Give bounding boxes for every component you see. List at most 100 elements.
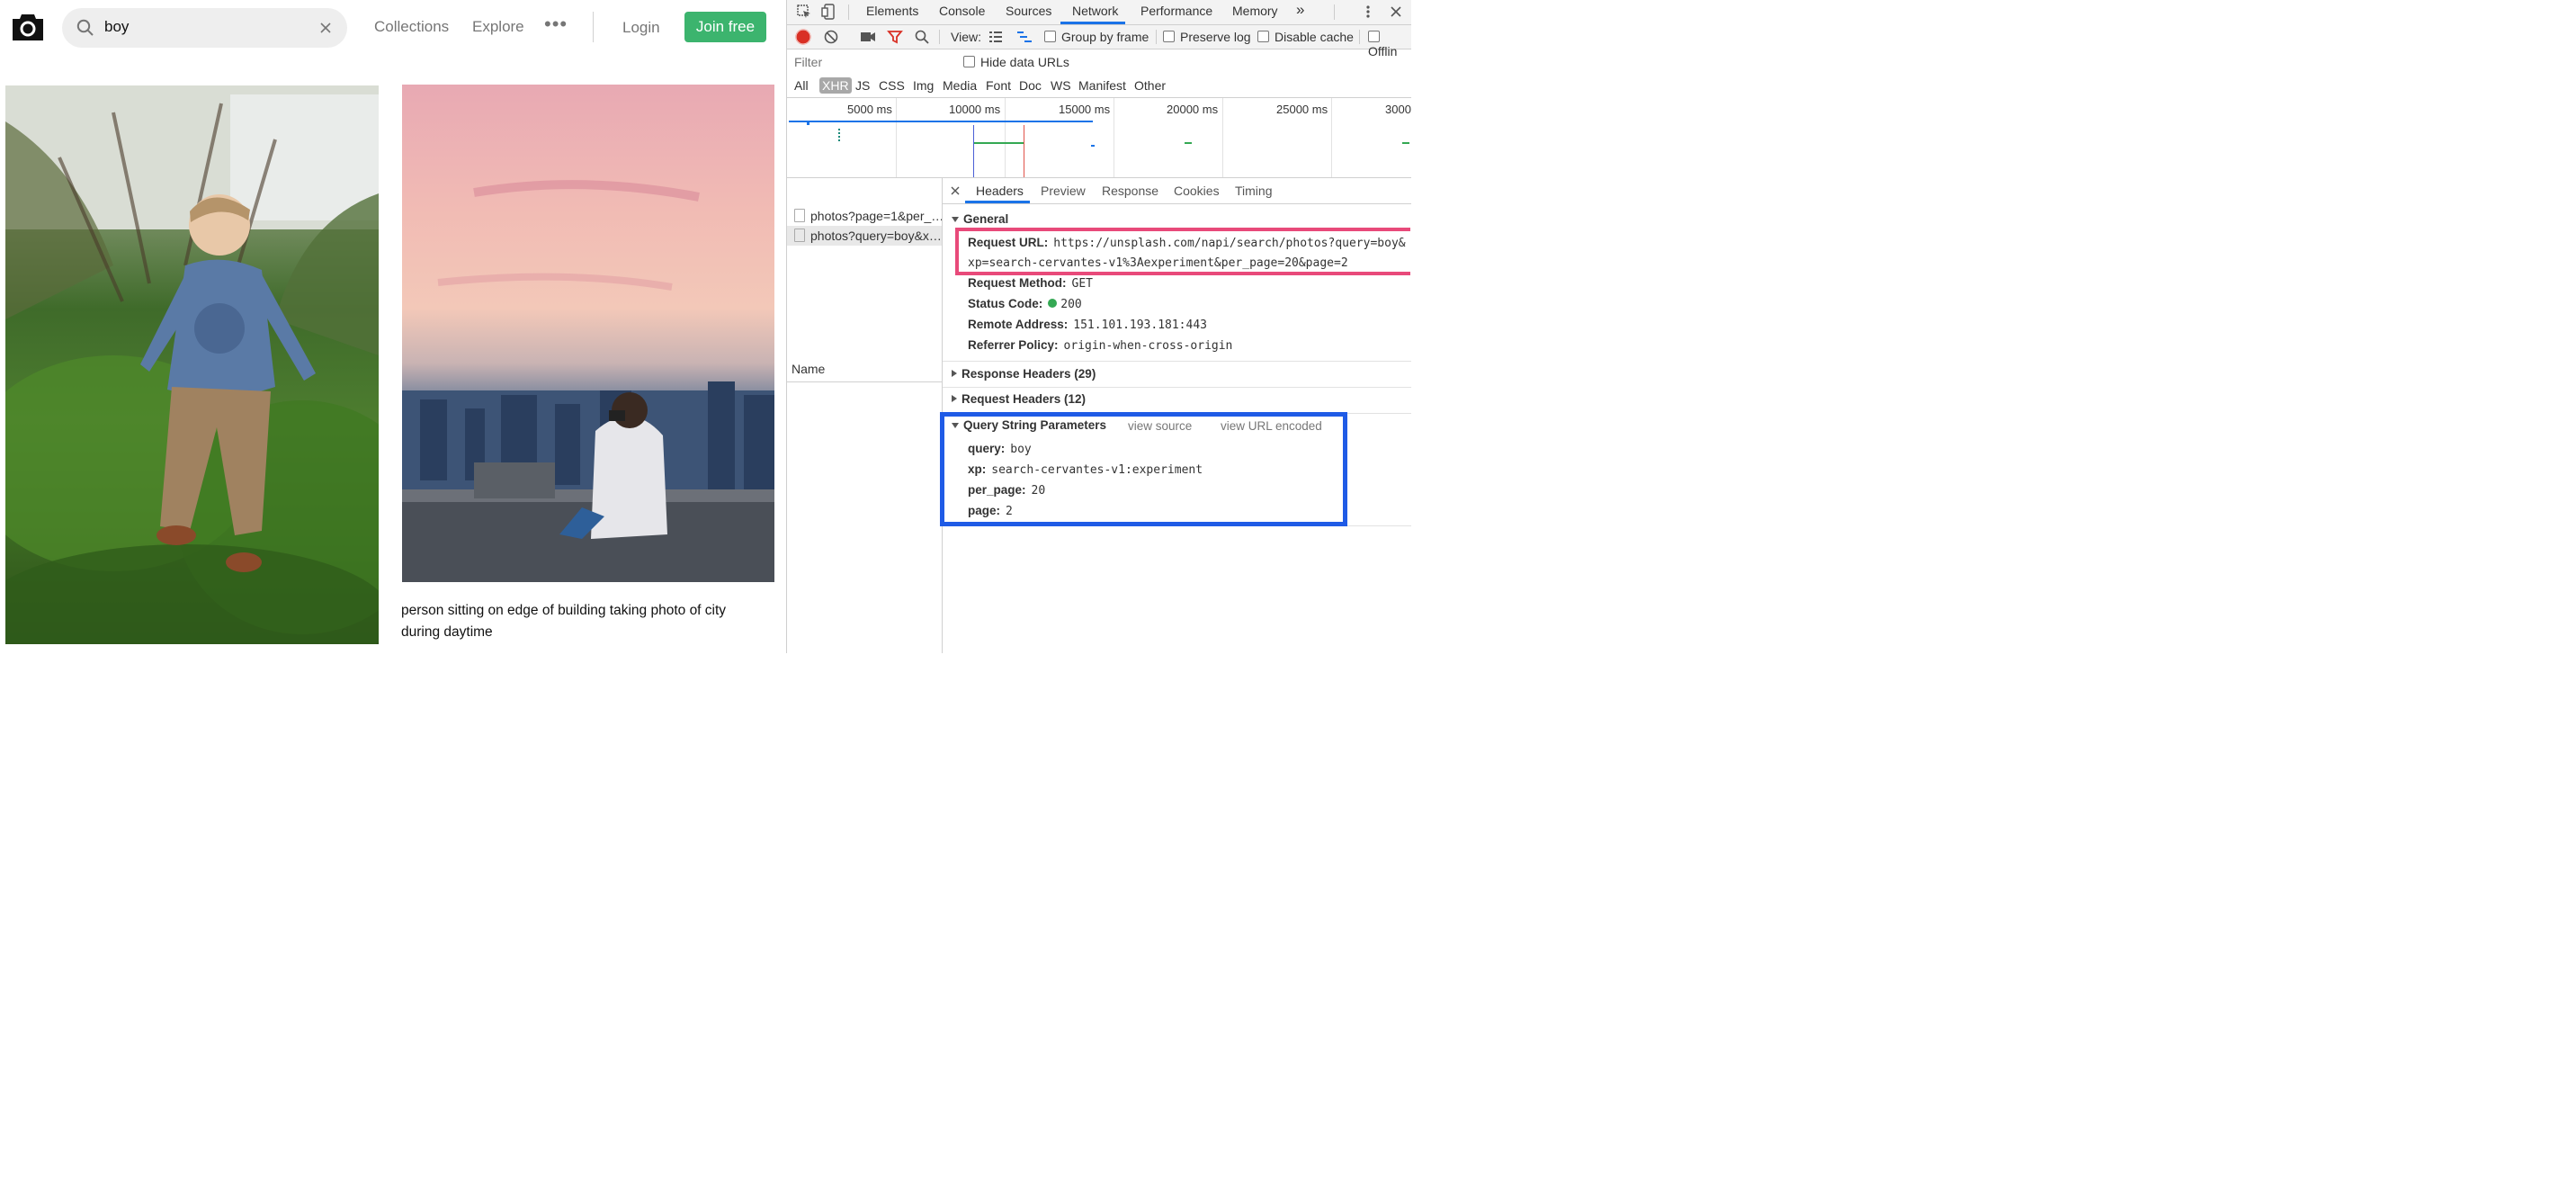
section-divider	[943, 361, 1411, 362]
referrer-policy-row: Referrer Policy: origin-when-cross-origin	[968, 338, 1232, 353]
photo-city-skyline[interactable]	[402, 85, 774, 582]
search-input[interactable]: boy	[104, 18, 129, 36]
response-headers-toggle[interactable]: Response Headers (29)	[952, 367, 1096, 381]
tab-sources[interactable]: Sources	[1006, 4, 1051, 18]
device-toolbar-icon[interactable]	[821, 4, 837, 20]
general-section-toggle[interactable]: General	[952, 212, 1008, 226]
disable-cache-checkbox[interactable]: Disable cache	[1257, 30, 1354, 44]
name-column-header[interactable]: Name	[787, 356, 942, 382]
checkbox-icon[interactable]	[1163, 31, 1175, 42]
site-header: boy Collections Explore ••• Login Join f…	[0, 0, 786, 56]
request-headers-toggle[interactable]: Request Headers (12)	[952, 392, 1086, 406]
tab-network[interactable]: Network	[1072, 4, 1118, 18]
timeline-gridline	[896, 98, 897, 177]
camera-logo-icon[interactable]	[12, 12, 44, 42]
request-name: photos?page=1&per_…	[810, 209, 942, 223]
tab-preview[interactable]: Preview	[1041, 184, 1086, 198]
status-ok-icon	[1048, 299, 1058, 308]
general-title: General	[963, 212, 1009, 226]
search-icon[interactable]	[914, 29, 930, 45]
close-icon[interactable]	[951, 186, 960, 195]
checkbox-icon[interactable]	[1044, 31, 1056, 42]
timeline-mark	[838, 129, 842, 141]
toolbar-divider	[1359, 30, 1360, 44]
devtools-tab-bar: Elements Console Sources Network Perform…	[787, 0, 1411, 25]
toolbar-divider	[939, 30, 940, 44]
join-free-button[interactable]: Join free	[684, 12, 766, 42]
timeline-tick: 5000 ms	[847, 103, 892, 116]
nav-collections[interactable]: Collections	[374, 18, 449, 36]
resource-type-filter: All XHR JS CSS Img Media Font Doc WS Man…	[787, 75, 1411, 98]
tab-headers[interactable]: Headers	[976, 184, 1024, 198]
type-ws[interactable]: WS	[1051, 78, 1071, 93]
request-method-value: GET	[1071, 277, 1093, 291]
filter-input[interactable]	[791, 52, 956, 72]
tab-cookies[interactable]: Cookies	[1174, 184, 1220, 198]
request-list: Name photos?page=1&per_… photos?query=bo…	[787, 178, 943, 653]
response-headers-title: Response Headers (29)	[962, 367, 1096, 381]
nav-divider	[593, 12, 594, 42]
record-icon[interactable]	[795, 29, 811, 45]
more-tabs-icon[interactable]: »	[1296, 1, 1304, 19]
referrer-policy-value: origin-when-cross-origin	[1063, 339, 1233, 353]
timeline-bar	[789, 121, 1093, 122]
timeline-mark	[807, 121, 809, 125]
inspect-element-icon[interactable]	[796, 4, 812, 20]
dom-content-loaded-line	[973, 125, 974, 177]
devtools-panel: Elements Console Sources Network Perform…	[786, 0, 1411, 653]
nav-explore[interactable]: Explore	[472, 18, 524, 36]
tab-response[interactable]: Response	[1102, 184, 1158, 198]
request-name: photos?query=boy&x…	[810, 229, 942, 243]
timeline-mark	[1185, 142, 1192, 144]
group-by-frame-label: Group by frame	[1061, 30, 1149, 44]
active-tab-indicator	[1060, 22, 1125, 24]
tab-timing[interactable]: Timing	[1235, 184, 1273, 198]
request-row[interactable]: photos?page=1&per_…	[787, 206, 942, 226]
group-by-frame-checkbox[interactable]: Group by frame	[1044, 30, 1149, 44]
photo-boy-in-garden[interactable]	[5, 85, 379, 644]
login-link[interactable]: Login	[622, 19, 660, 37]
preserve-log-label: Preserve log	[1180, 30, 1251, 44]
type-img[interactable]: Img	[913, 78, 934, 93]
tab-memory[interactable]: Memory	[1232, 4, 1278, 18]
type-js[interactable]: JS	[855, 78, 870, 93]
type-css[interactable]: CSS	[879, 78, 905, 93]
tab-performance[interactable]: Performance	[1140, 4, 1212, 18]
network-timeline-overview[interactable]: 5000 ms 10000 ms 15000 ms 20000 ms 25000…	[787, 98, 1411, 178]
tab-elements[interactable]: Elements	[866, 4, 918, 18]
status-code-row: Status Code: 200	[968, 297, 1082, 311]
tab-console[interactable]: Console	[939, 4, 985, 18]
kebab-menu-icon[interactable]	[1360, 4, 1376, 20]
more-menu-icon[interactable]: •••	[544, 13, 568, 36]
search-bar[interactable]: boy	[62, 8, 347, 48]
type-xhr[interactable]: XHR	[819, 77, 852, 94]
request-row-selected[interactable]: photos?query=boy&x…	[787, 226, 942, 246]
hide-data-urls-label: Hide data URLs	[980, 55, 1069, 69]
clear-icon[interactable]	[823, 29, 839, 45]
close-devtools-icon[interactable]	[1388, 4, 1404, 20]
type-manifest[interactable]: Manifest	[1078, 78, 1126, 93]
type-font[interactable]: Font	[986, 78, 1011, 93]
type-other[interactable]: Other	[1134, 78, 1166, 93]
expand-arrow-icon	[952, 217, 959, 222]
type-all[interactable]: All	[794, 78, 809, 93]
checkbox-icon[interactable]	[1368, 31, 1380, 42]
screenshot-capture-icon[interactable]	[860, 30, 876, 44]
type-media[interactable]: Media	[943, 78, 977, 93]
checkbox-icon[interactable]	[963, 56, 975, 67]
network-toolbar: View: Group by frame Preserve log Disabl…	[787, 25, 1411, 58]
active-tab-indicator	[965, 201, 1030, 203]
type-doc[interactable]: Doc	[1019, 78, 1042, 93]
checkbox-icon[interactable]	[1257, 31, 1269, 42]
timeline-tick: 10000 ms	[949, 103, 1001, 116]
hide-data-urls-checkbox[interactable]: Hide data URLs	[963, 55, 1069, 69]
waterfall-icon[interactable]	[1016, 30, 1033, 44]
timeline-mark	[1402, 142, 1409, 144]
toolbar-divider	[1156, 30, 1157, 44]
filter-bar: Hide data URLs	[787, 49, 1411, 74]
filter-icon[interactable]	[887, 29, 903, 45]
large-rows-icon[interactable]	[988, 30, 1003, 44]
preserve-log-checkbox[interactable]: Preserve log	[1163, 30, 1251, 44]
timeline-mark	[1091, 145, 1095, 147]
close-icon[interactable]	[318, 21, 333, 35]
